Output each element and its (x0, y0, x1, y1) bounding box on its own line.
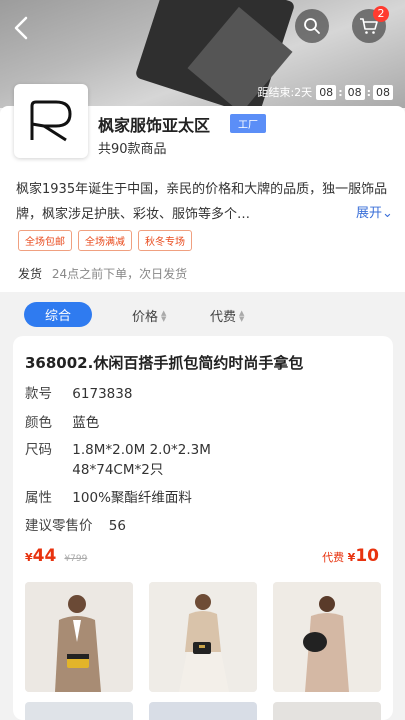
product-image[interactable] (149, 582, 257, 692)
store-name: 枫家服饰亚太区 (98, 116, 211, 135)
countdown-hours: 08 (316, 84, 337, 100)
product-attr-sku: 款号 6173838 (25, 386, 133, 402)
cart-badge: 2 (373, 6, 389, 22)
shipping-label: 发货 (18, 267, 43, 281)
promo-tag-autumn-winter[interactable]: 秋冬专场 (138, 230, 192, 251)
expand-button[interactable]: 展开⌄ (352, 202, 393, 221)
search-button[interactable] (295, 9, 329, 43)
sort-fee-label: 代费 (210, 310, 237, 325)
countdown-label: 距结束:2天 (257, 86, 313, 99)
agent-fee-value: ¥10 (347, 546, 379, 566)
shipping-value: 24点之前下单，次日发货 (51, 267, 188, 281)
product-image[interactable] (149, 702, 257, 720)
product-image[interactable] (25, 582, 133, 692)
agent-fee-label: 代费 (322, 551, 345, 564)
product-image[interactable] (25, 702, 133, 720)
promo-tag-discount[interactable]: 全场满减 (78, 230, 132, 251)
back-button[interactable] (10, 14, 34, 42)
store-logo (14, 84, 88, 158)
product-title: 368002.休闲百搭手抓包简约时尚手拿包 (25, 354, 304, 372)
product-attr-material: 属性 100%聚酯纤维面料 (25, 490, 192, 506)
product-card[interactable]: 368002.休闲百搭手抓包简约时尚手拿包 款号 6173838 颜色 蓝色 尺… (13, 336, 393, 720)
product-attr-size: 尺码 1.8M*2.0M 2.0*2.3M (25, 442, 211, 458)
countdown-minutes: 08 (344, 84, 365, 100)
sort-tab-price[interactable]: 价格 ▲ ▼ (132, 306, 166, 325)
store-logo-icon (30, 100, 72, 142)
cart-button[interactable]: 2 (352, 6, 389, 43)
search-icon (304, 18, 320, 34)
sort-price-label: 价格 (132, 310, 159, 325)
agent-fee: 代费 ¥10 (322, 546, 379, 566)
product-attr-size-extra: 48*74CM*2只 (72, 462, 164, 478)
shipping-info: 发货 24点之前下单，次日发货 (18, 265, 187, 282)
sort-tab-comprehensive[interactable]: 综合 (24, 302, 92, 327)
promo-tag-free-shipping[interactable]: 全场包邮 (18, 230, 72, 251)
countdown-separator: : (338, 85, 343, 99)
product-photo (149, 582, 257, 692)
countdown-separator: : (366, 85, 371, 99)
product-attr-retail-price: 建议零售价 56 (25, 518, 126, 534)
sort-arrows-icon: ▲ ▼ (239, 308, 245, 323)
sort-tab-fee[interactable]: 代费 ▲ ▼ (210, 306, 244, 325)
original-price: ¥799 (64, 554, 88, 564)
factory-badge: 工厂 (230, 114, 266, 133)
chevron-left-icon (14, 16, 28, 40)
product-image[interactable] (273, 702, 381, 720)
product-price: ¥44 (25, 546, 57, 566)
countdown: 距结束:2天 08 : 08 : 08 (257, 84, 393, 100)
product-photo (273, 582, 381, 692)
product-image[interactable] (273, 582, 381, 692)
chevron-down-icon: ⌄ (382, 206, 393, 221)
product-attr-color: 颜色 蓝色 (25, 415, 100, 431)
sort-bar: 综合 价格 ▲ ▼ 代费 ▲ ▼ (0, 296, 405, 332)
product-photo (25, 582, 133, 692)
price-row: ¥44 ¥799 (25, 546, 87, 566)
sort-arrows-icon: ▲ ▼ (161, 308, 167, 323)
expand-label: 展开 (356, 206, 383, 221)
promo-tags: 全场包邮 全场满减 秋冬专场 (18, 230, 192, 251)
store-product-count: 共90款商品 (98, 142, 167, 157)
store-description: 枫家1935年诞生于中国，亲民的价格和大牌的品质，独一服饰品牌，枫家涉足护肤、彩… (16, 182, 388, 222)
countdown-seconds: 08 (373, 84, 393, 100)
